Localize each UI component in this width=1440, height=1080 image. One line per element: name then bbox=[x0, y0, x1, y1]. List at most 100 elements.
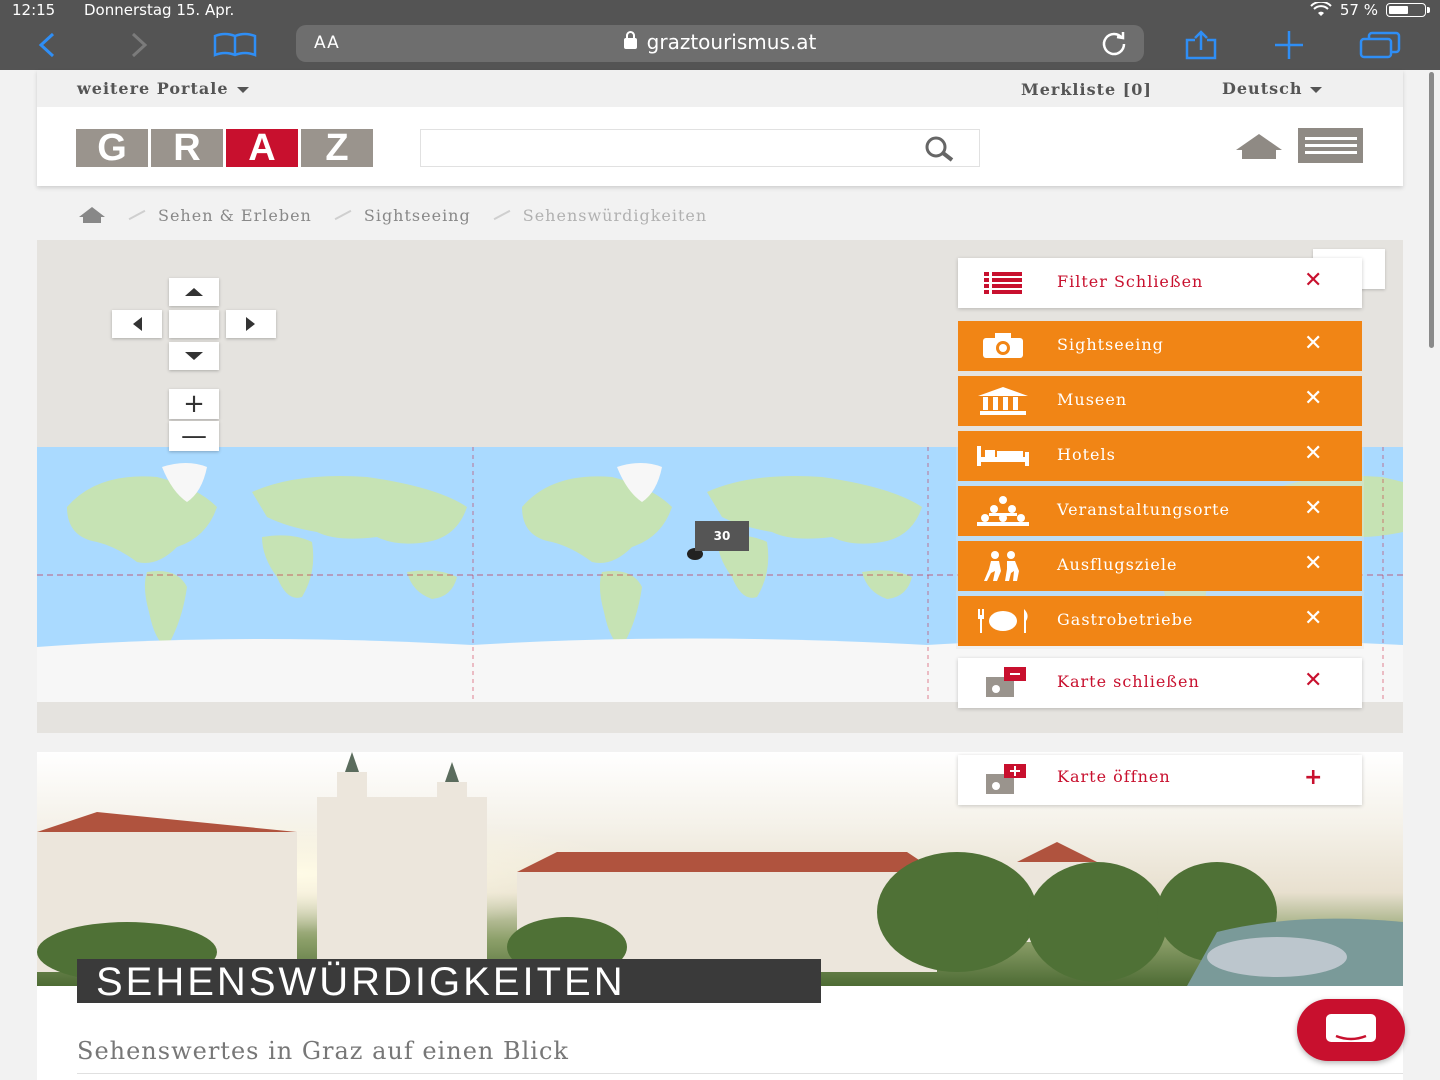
portals-label: weitere Portale bbox=[77, 79, 229, 98]
breadcrumb-separator bbox=[128, 209, 146, 221]
remove-filter-icon[interactable]: ✕ bbox=[1304, 441, 1323, 466]
browser-toolbar: AA graztourismus.at bbox=[0, 20, 1440, 70]
portals-dropdown[interactable]: weitere Portale bbox=[77, 79, 249, 98]
filter-label: Museen bbox=[1057, 390, 1128, 409]
divider bbox=[77, 1073, 1403, 1074]
filter-label: Sightseeing bbox=[1057, 335, 1164, 354]
url-text: graztourismus.at bbox=[646, 30, 817, 54]
battery-fill bbox=[1389, 6, 1408, 14]
bed-icon bbox=[976, 439, 1030, 473]
scrollbar[interactable] bbox=[1429, 72, 1434, 348]
menu-line bbox=[1304, 151, 1357, 154]
close-filter-row[interactable]: Filter Schließen ✕ bbox=[958, 258, 1362, 308]
logo-letter: Z bbox=[301, 127, 373, 169]
zoom-out-button[interactable]: — bbox=[169, 421, 219, 451]
status-right: 57 % bbox=[1310, 1, 1430, 19]
search-input[interactable] bbox=[420, 129, 980, 167]
hikers-icon bbox=[976, 549, 1030, 583]
menu-line bbox=[1304, 144, 1357, 147]
page-title: SEHENSWÜRDIGKEITEN bbox=[77, 959, 821, 1004]
museum-icon bbox=[976, 384, 1030, 418]
home-icon[interactable] bbox=[1234, 132, 1284, 160]
map-cluster-marker[interactable]: 30 bbox=[695, 521, 749, 551]
back-icon[interactable] bbox=[34, 28, 60, 62]
breadcrumb-home-icon[interactable] bbox=[78, 206, 106, 224]
breadcrumb-item[interactable]: Sightseeing bbox=[364, 206, 471, 225]
forward-icon[interactable] bbox=[126, 28, 152, 62]
logo-letter: R bbox=[151, 127, 223, 169]
battery-percent: 57 % bbox=[1339, 1, 1378, 19]
hamburger-menu-button[interactable] bbox=[1298, 128, 1363, 163]
filter-sightseeing[interactable]: Sightseeing ✕ bbox=[958, 321, 1362, 371]
map-minus-icon bbox=[976, 666, 1030, 700]
pan-center-button[interactable] bbox=[169, 310, 219, 338]
pan-down-button[interactable] bbox=[169, 342, 219, 370]
bookmarks-icon[interactable] bbox=[212, 28, 258, 62]
wifi-icon bbox=[1310, 2, 1332, 16]
battery-icon bbox=[1386, 3, 1430, 17]
logo-letter: A bbox=[226, 127, 298, 169]
filter-hotels[interactable]: Hotels ✕ bbox=[958, 431, 1362, 481]
filter-gastrobetriebe[interactable]: Gastrobetriebe ✕ bbox=[958, 596, 1362, 646]
close-icon[interactable]: ✕ bbox=[1304, 268, 1323, 293]
url-display[interactable]: graztourismus.at bbox=[296, 30, 1144, 54]
audience-icon bbox=[976, 494, 1030, 528]
filter-label: Hotels bbox=[1057, 445, 1116, 464]
caret-down-icon bbox=[1310, 86, 1323, 93]
filter-veranstaltungsorte[interactable]: Veranstaltungsorte ✕ bbox=[958, 486, 1362, 536]
language-label: Deutsch bbox=[1222, 79, 1303, 98]
chat-icon bbox=[1326, 1014, 1376, 1042]
address-bar[interactable]: AA graztourismus.at bbox=[296, 25, 1144, 62]
meta-navigation: weitere Portale Merkliste [0] Deutsch bbox=[37, 70, 1403, 107]
section-subtitle: Sehenswertes in Graz auf einen Blick bbox=[77, 1037, 569, 1065]
zoom-in-button[interactable]: + bbox=[169, 389, 219, 419]
arrow-left-icon bbox=[133, 317, 142, 331]
pan-up-button[interactable] bbox=[169, 278, 219, 306]
filter-label: Veranstaltungsorte bbox=[1057, 500, 1231, 519]
dining-icon bbox=[976, 604, 1030, 638]
close-map-row[interactable]: Karte schließen ✕ bbox=[958, 658, 1362, 708]
filter-label: Gastrobetriebe bbox=[1057, 610, 1194, 629]
remove-filter-icon[interactable]: ✕ bbox=[1304, 606, 1323, 631]
menu-line bbox=[1304, 137, 1357, 140]
breadcrumb-current: Sehenswürdigkeiten bbox=[522, 205, 708, 225]
list-icon bbox=[976, 266, 1030, 300]
search-icon[interactable] bbox=[919, 135, 959, 163]
site-header: weitere Portale Merkliste [0] Deutsch G … bbox=[37, 70, 1403, 186]
close-map-label: Karte schließen bbox=[1057, 672, 1200, 691]
graz-logo[interactable]: G R A Z bbox=[76, 127, 373, 169]
remove-filter-icon[interactable]: ✕ bbox=[1304, 331, 1323, 356]
arrow-down-icon bbox=[185, 352, 203, 360]
wishlist-link[interactable]: Merkliste [0] bbox=[1021, 80, 1152, 99]
filter-museen[interactable]: Museen ✕ bbox=[958, 376, 1362, 426]
pan-left-button[interactable] bbox=[112, 310, 162, 338]
breadcrumb-item[interactable]: Sehen & Erleben bbox=[158, 206, 312, 225]
arrow-right-icon bbox=[246, 317, 255, 331]
status-date: Donnerstag 15. Apr. bbox=[84, 1, 235, 19]
share-icon[interactable] bbox=[1182, 28, 1220, 62]
filter-label: Ausflugsziele bbox=[1057, 555, 1178, 574]
close-icon[interactable]: ✕ bbox=[1304, 668, 1323, 693]
map-plus-icon bbox=[976, 763, 1030, 797]
filter-ausflugsziele[interactable]: Ausflugsziele ✕ bbox=[958, 541, 1362, 591]
breadcrumb-separator bbox=[334, 209, 352, 221]
arrow-up-icon bbox=[185, 288, 203, 296]
language-dropdown[interactable]: Deutsch bbox=[1222, 79, 1323, 98]
lock-icon bbox=[623, 31, 637, 49]
tabs-overview-icon[interactable] bbox=[1358, 28, 1402, 62]
reload-icon[interactable] bbox=[1100, 29, 1128, 63]
status-time: 12:15 bbox=[12, 1, 56, 19]
camera-icon bbox=[976, 329, 1030, 363]
pan-right-button[interactable] bbox=[226, 310, 276, 338]
close-filter-label: Filter Schließen bbox=[1057, 272, 1204, 291]
chat-button[interactable] bbox=[1297, 999, 1405, 1061]
breadcrumb-separator bbox=[493, 209, 511, 221]
open-map-row[interactable]: Karte öffnen + bbox=[958, 755, 1362, 805]
new-tab-icon[interactable] bbox=[1272, 28, 1306, 62]
plus-icon[interactable]: + bbox=[1304, 765, 1323, 790]
remove-filter-icon[interactable]: ✕ bbox=[1304, 496, 1323, 521]
remove-filter-icon[interactable]: ✕ bbox=[1304, 386, 1323, 411]
remove-filter-icon[interactable]: ✕ bbox=[1304, 551, 1323, 576]
open-map-label: Karte öffnen bbox=[1057, 767, 1171, 786]
logo-letter: G bbox=[76, 127, 148, 169]
